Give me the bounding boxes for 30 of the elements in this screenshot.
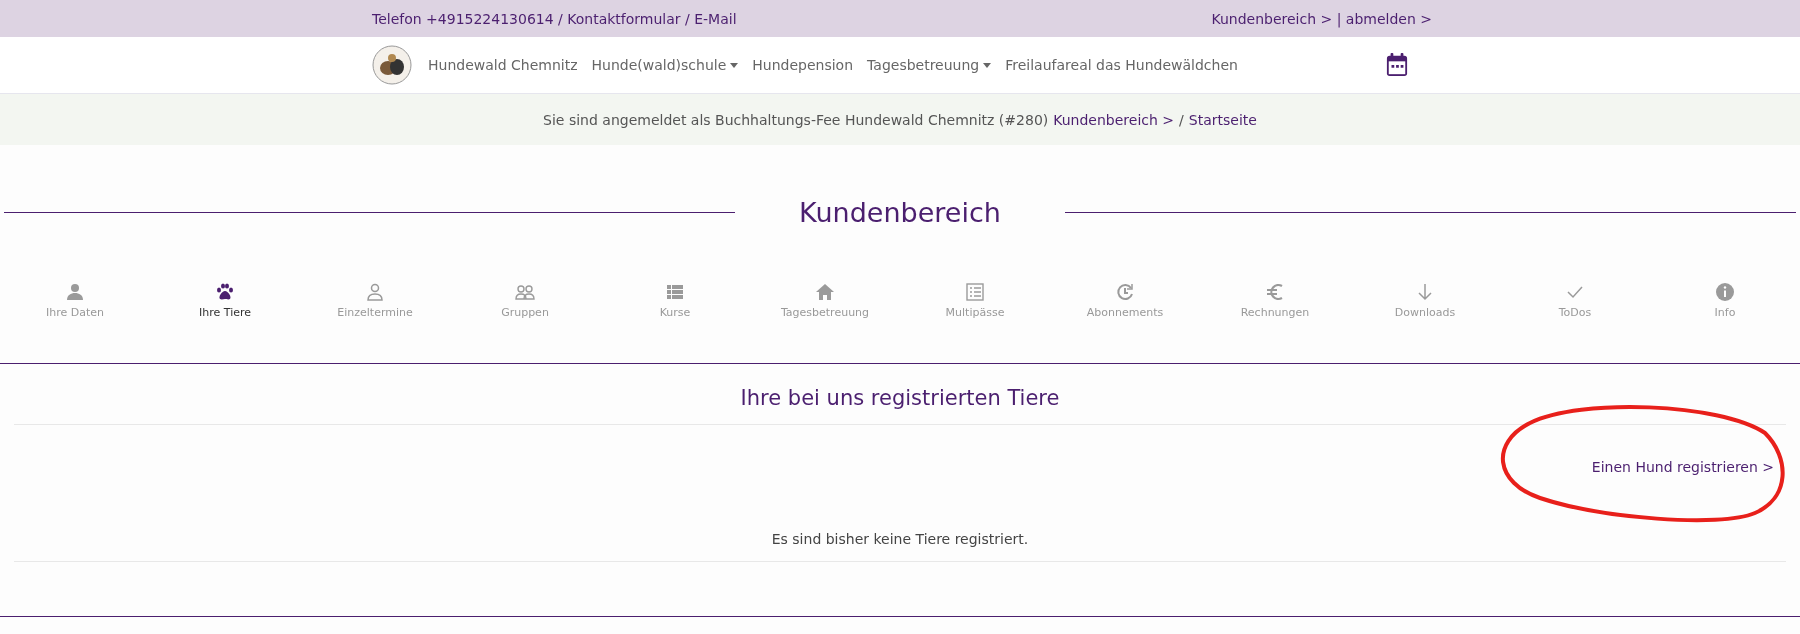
register-dog-link[interactable]: Einen Hund registrieren > bbox=[1591, 459, 1774, 485]
euro-icon bbox=[1265, 282, 1285, 302]
people-icon bbox=[515, 282, 535, 302]
page-title: Kundenbereich bbox=[799, 196, 1001, 230]
person-icon bbox=[65, 282, 85, 302]
arrow-down-icon bbox=[1415, 282, 1435, 302]
house-icon bbox=[815, 282, 835, 302]
calendar-icon[interactable] bbox=[1386, 53, 1408, 77]
breadcrumb-separator: / bbox=[1179, 111, 1184, 128]
customer-area-link[interactable]: Kundenbereich > bbox=[1053, 111, 1175, 128]
nav-link[interactable]: Hunde(wald)schule bbox=[591, 57, 739, 73]
empty-message: Es sind bisher keine Tiere registriert. bbox=[770, 531, 1030, 547]
start-page-link[interactable]: Startseite bbox=[1188, 111, 1257, 128]
nav-link[interactable]: Hundepension bbox=[752, 57, 854, 73]
info-icon bbox=[1715, 282, 1735, 302]
section-title: Ihre bei uns registrierten Tiere bbox=[739, 386, 1061, 410]
logo-icon[interactable] bbox=[372, 45, 412, 85]
nav-link[interactable]: Hundewald Chemnitz bbox=[428, 57, 578, 73]
tab[interactable]: Ihre Tiere bbox=[150, 282, 300, 319]
list-box-icon bbox=[965, 282, 985, 302]
list-icon bbox=[665, 282, 685, 302]
nav-link[interactable]: Freilaufareal das Hundewäldchen bbox=[1005, 57, 1238, 73]
tab[interactable]: Ihre Daten bbox=[0, 282, 150, 319]
contact-links[interactable]: Telefon +4915224130614 / Kontaktformular / E-Mail bbox=[372, 10, 737, 27]
person-outline-icon bbox=[365, 282, 385, 302]
paw-icon bbox=[215, 282, 235, 302]
account-links[interactable]: Kundenbereich > | abmelden > bbox=[1211, 10, 1432, 27]
login-status-text: Sie sind angemeldet als Buchhaltungs-Fee Hundewald Chemnitz (#280) bbox=[543, 111, 1049, 128]
clock-icon bbox=[1115, 282, 1135, 302]
nav-link[interactable]: Tagesbetreuung bbox=[867, 57, 992, 73]
